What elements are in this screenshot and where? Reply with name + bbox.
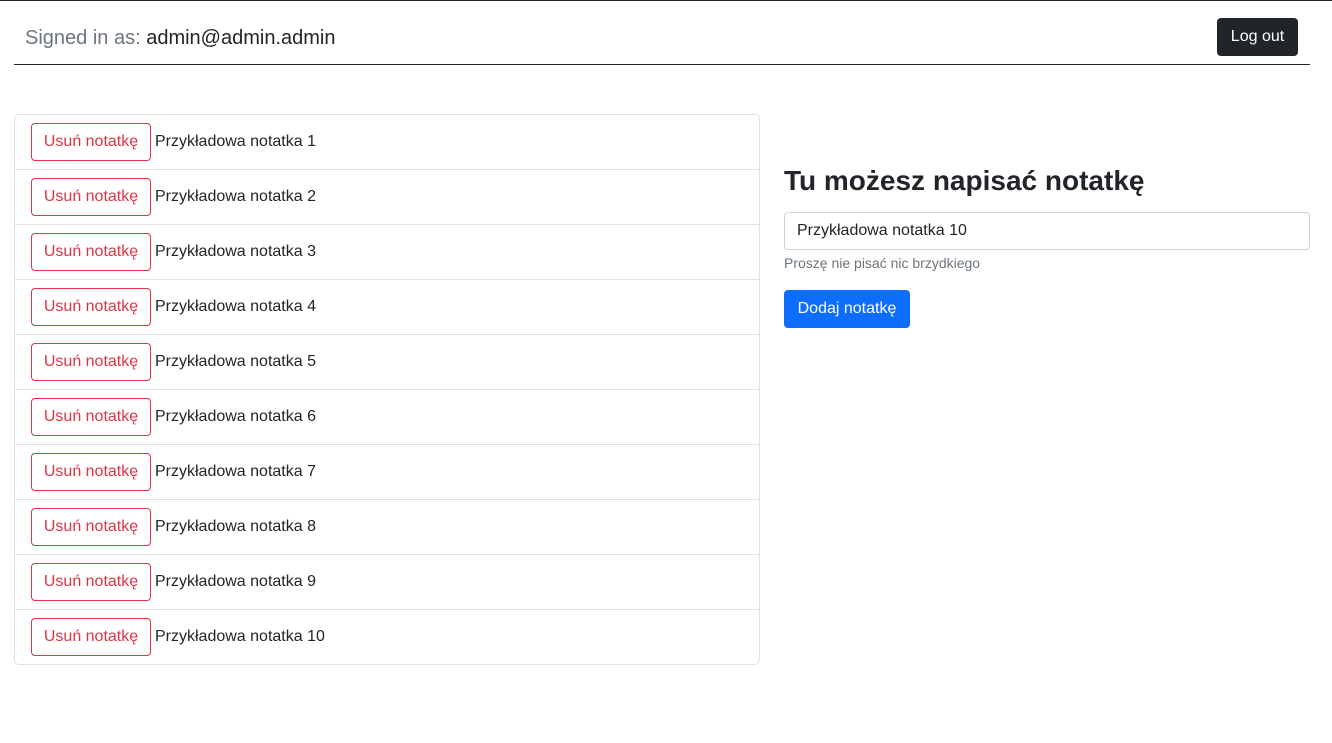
delete-note-button[interactable]: Usuń notatkę — [31, 563, 151, 601]
list-item: Usuń notatkę Przykładowa notatka 7 — [15, 445, 759, 500]
delete-note-button[interactable]: Usuń notatkę — [31, 178, 151, 216]
delete-note-button[interactable]: Usuń notatkę — [31, 398, 151, 436]
list-item: Usuń notatkę Przykładowa notatka 3 — [15, 225, 759, 280]
delete-note-button[interactable]: Usuń notatkę — [31, 123, 151, 161]
list-item: Usuń notatkę Przykładowa notatka 2 — [15, 170, 759, 225]
note-input[interactable] — [784, 212, 1310, 250]
list-item: Usuń notatkę Przykładowa notatka 1 — [15, 115, 759, 170]
delete-note-button[interactable]: Usuń notatkę — [31, 343, 151, 381]
user-email: admin@admin.admin — [146, 27, 336, 49]
delete-note-button[interactable]: Usuń notatkę — [31, 453, 151, 491]
delete-note-button[interactable]: Usuń notatkę — [31, 508, 151, 546]
input-help-text: Proszę nie pisać nic brzydkiego — [784, 255, 981, 271]
list-item: Usuń notatkę Przykładowa notatka 8 — [15, 500, 759, 555]
note-text: Przykładowa notatka 7 — [155, 463, 316, 480]
note-text: Przykładowa notatka 8 — [155, 518, 316, 535]
note-text: Przykładowa notatka 10 — [155, 628, 325, 645]
note-text: Przykładowa notatka 9 — [155, 573, 316, 590]
list-item: Usuń notatkę Przykładowa notatka 9 — [15, 555, 759, 610]
list-item: Usuń notatkę Przykładowa notatka 4 — [15, 280, 759, 335]
form-title: Tu możesz napisać notatkę — [784, 165, 1145, 196]
delete-note-button[interactable]: Usuń notatkę — [31, 618, 151, 656]
delete-note-button[interactable]: Usuń notatkę — [31, 233, 151, 271]
signed-in-label: Signed in as: — [25, 27, 141, 49]
list-item: Usuń notatkę Przykładowa notatka 6 — [15, 390, 759, 445]
note-text: Przykładowa notatka 4 — [155, 298, 316, 315]
note-text: Przykładowa notatka 5 — [155, 353, 316, 370]
list-item: Usuń notatkę Przykładowa notatka 5 — [15, 335, 759, 390]
note-text: Przykładowa notatka 1 — [155, 133, 316, 150]
note-text: Przykładowa notatka 6 — [155, 408, 316, 425]
notes-list: Usuń notatkę Przykładowa notatka 1 Usuń … — [14, 114, 760, 665]
delete-note-button[interactable]: Usuń notatkę — [31, 288, 151, 326]
add-note-button[interactable]: Dodaj notatkę — [784, 290, 910, 328]
list-item: Usuń notatkę Przykładowa notatka 10 — [15, 610, 759, 665]
logout-button[interactable]: Log out — [1217, 18, 1298, 56]
signed-in-info: Signed in as: admin@admin.admin — [25, 26, 335, 50]
navbar: Signed in as: admin@admin.admin Log out — [14, 1, 1310, 65]
note-text: Przykładowa notatka 3 — [155, 243, 316, 260]
note-text: Przykładowa notatka 2 — [155, 188, 316, 205]
